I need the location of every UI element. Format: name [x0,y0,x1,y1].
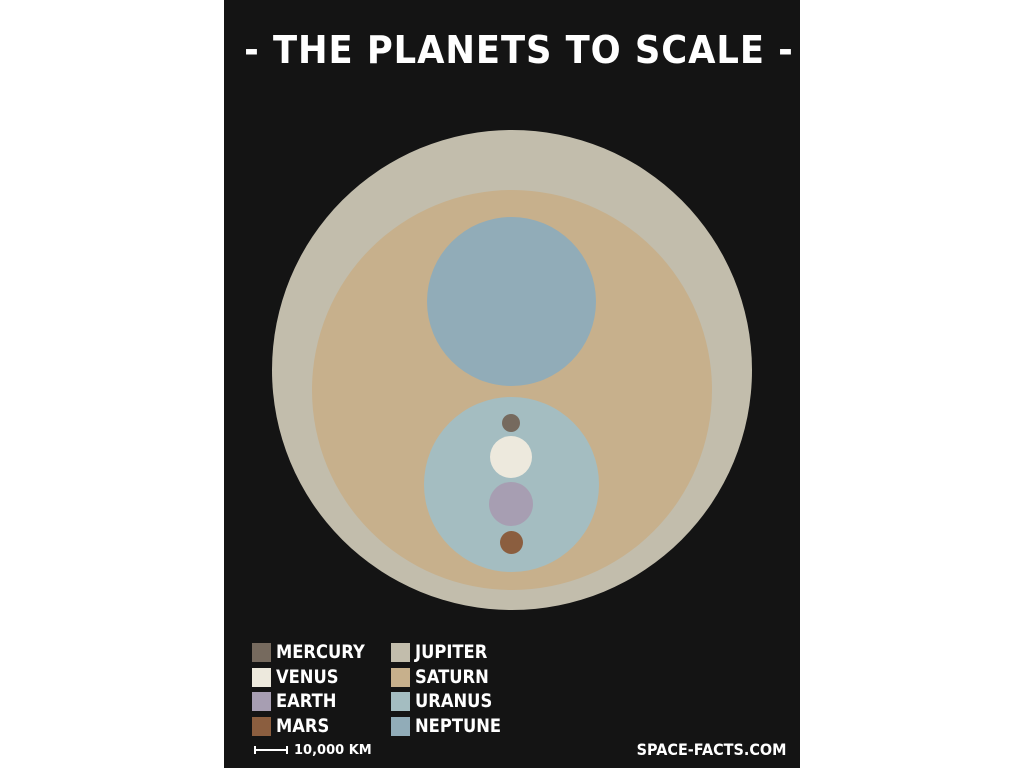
planet-neptune [427,217,596,386]
legend-label: MERCURY [276,641,365,663]
legend-item: MARS [252,715,392,739]
legend-swatch [391,643,410,662]
legend-swatch [252,643,271,662]
legend-item: JUPITER [391,641,531,665]
source-credit: SPACE-FACTS.COM [636,740,786,759]
legend-swatch [252,716,271,736]
scale-label: 10,000 KM [294,743,372,758]
legend-label: NEPTUNE [415,714,502,737]
legend-swatch [391,692,410,711]
legend-item: SATURN [391,666,531,690]
legend-label: VENUS [276,665,339,688]
legend-swatch [391,667,410,687]
legend-item: URANUS [391,690,531,714]
planet-earth [489,482,533,526]
planet-mercury [502,414,520,432]
legend: MERCURY VENUS EARTH MARS JUPITER SATURN URANUS… [252,641,552,741]
legend-swatch [252,692,271,711]
legend-swatch [391,716,410,736]
legend-label: JUPITER [415,641,488,663]
scale-bar: 10,000 KM [254,742,414,760]
page-title: - THE PLANETS TO SCALE - [244,28,794,72]
legend-item: MERCURY [252,641,392,665]
scale-bar-line [254,746,288,754]
planet-mars [500,531,523,554]
legend-label: SATURN [415,665,489,688]
poster: - THE PLANETS TO SCALE - MERCURY VENUS EAR… [224,0,800,768]
legend-swatch [252,667,271,687]
legend-label: MARS [276,714,330,737]
legend-item: NEPTUNE [391,715,531,739]
legend-item: VENUS [252,666,392,690]
legend-label: URANUS [415,690,493,712]
planet-venus [490,436,532,478]
legend-label: EARTH [276,690,337,712]
legend-item: EARTH [252,690,392,714]
